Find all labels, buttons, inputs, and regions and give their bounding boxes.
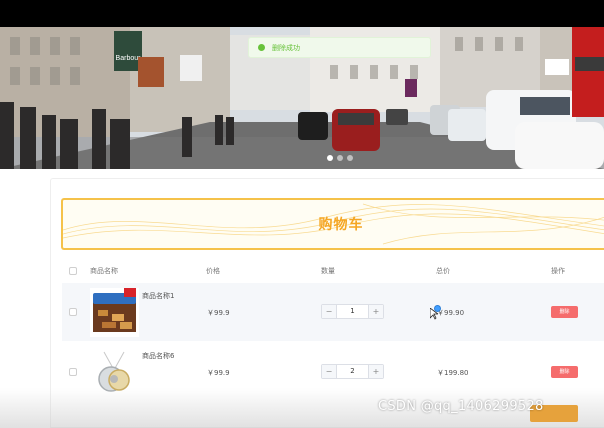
decrease-quantity-button[interactable]: − <box>322 305 337 318</box>
header-price: 价格 <box>206 267 220 275</box>
mouse-cursor-icon <box>430 308 438 320</box>
toast-message: 删除成功 <box>272 43 300 52</box>
success-toast: 删除成功 <box>248 37 431 58</box>
row-total: ￥199.80 <box>437 369 469 377</box>
carousel-indicator-3[interactable] <box>347 155 353 161</box>
product-price: ￥99.9 <box>207 309 230 317</box>
row-checkbox[interactable] <box>69 308 77 316</box>
header-total: 总价 <box>436 267 450 275</box>
product-name[interactable]: 商品名称1 <box>142 291 174 301</box>
decrease-quantity-button[interactable]: − <box>322 365 337 378</box>
product-price: ￥99.9 <box>207 369 230 377</box>
table-header: 商品名称 价格 数量 总价 操作 <box>62 262 604 279</box>
top-black-bar <box>0 0 604 27</box>
product-image-snack-box <box>90 288 139 337</box>
row-total: ￥99.90 <box>437 309 465 317</box>
header-quantity: 数量 <box>321 267 335 275</box>
quantity-stepper: − 1 + <box>321 304 384 319</box>
table-row: 商品名称1 ￥99.9 − 1 + ￥99.90 删除 <box>62 283 604 341</box>
increase-quantity-button[interactable]: + <box>368 365 383 378</box>
select-all-checkbox[interactable] <box>69 267 77 275</box>
success-check-icon <box>258 44 265 51</box>
product-name[interactable]: 商品名称6 <box>142 351 174 361</box>
row-checkbox[interactable] <box>69 368 77 376</box>
delete-button[interactable]: 删除 <box>551 306 578 318</box>
increase-quantity-button[interactable]: + <box>368 305 383 318</box>
quantity-input[interactable]: 1 <box>337 305 368 318</box>
carousel-indicator-1[interactable] <box>327 155 333 161</box>
header-action: 操作 <box>551 267 565 275</box>
carousel-indicator-2[interactable] <box>337 155 343 161</box>
cart-header: 购物车 <box>61 198 604 250</box>
quantity-stepper: − 2 + <box>321 364 384 379</box>
delete-button[interactable]: 删除 <box>551 366 578 378</box>
shop-sign-text: Barbour <box>116 55 142 62</box>
header-name: 商品名称 <box>90 267 118 275</box>
watermark-text: CSDN @qq_1406299528 <box>378 399 544 414</box>
quantity-input[interactable]: 2 <box>337 365 368 378</box>
cart-title: 购物车 <box>318 217 364 233</box>
